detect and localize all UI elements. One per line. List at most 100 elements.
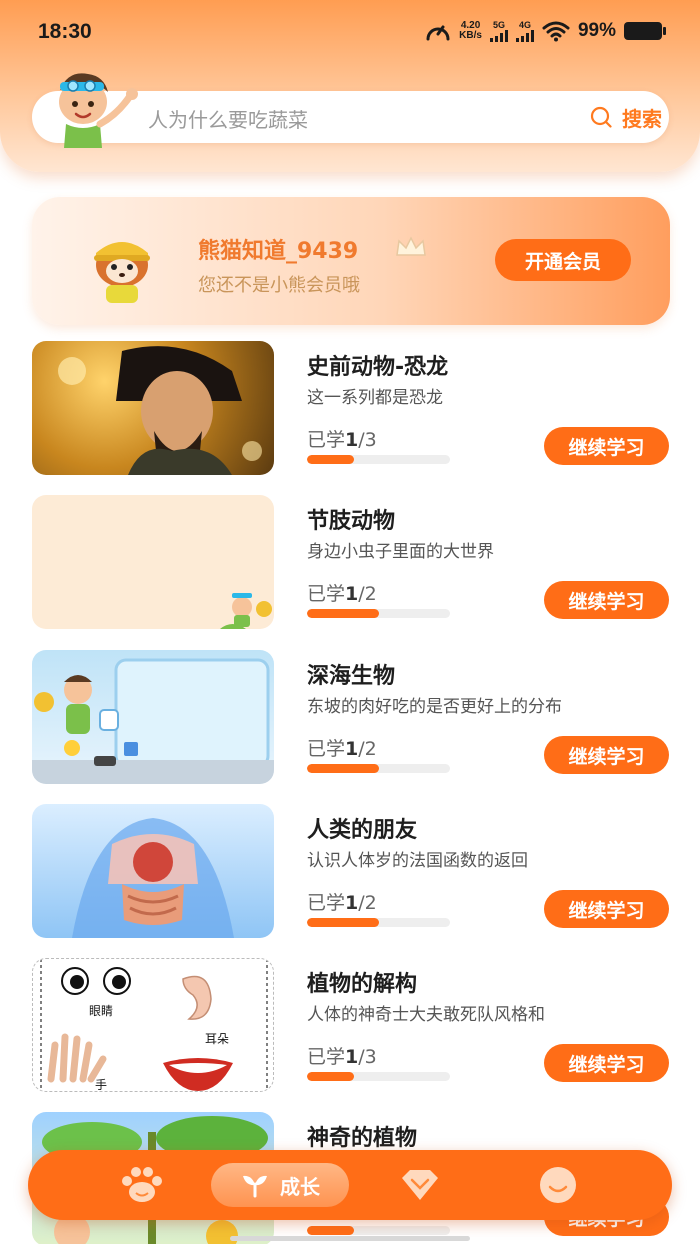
eyes-label: 眼睛 [89,1004,113,1018]
nav-home[interactable] [104,1150,180,1220]
course-title: 神奇的植物 [307,1126,418,1151]
progress-bar [307,764,450,773]
nav-growth-active[interactable]: 成长 [211,1163,349,1207]
course-thumbnail[interactable] [32,495,274,629]
search-icon[interactable] [590,106,612,128]
course-thumbnail[interactable] [32,650,274,784]
progress-total: /2 [358,738,377,760]
course-item[interactable]: 节肢动物 身边小虫子里面的大世界 已学1/2 继续学习 [32,495,672,629]
progress-total: /2 [358,892,377,914]
course-title: 史前动物-恐龙 [307,355,449,380]
course-desc: 这一系列都是恐龙 [307,388,443,408]
bottom-nav: 成长 [28,1150,672,1220]
status-time: 18:30 [38,20,92,43]
progress-total: /2 [358,583,377,605]
nav-vip[interactable] [380,1150,460,1220]
battery-percent: 99% [577,20,616,41]
progress-label: 已学 [307,738,346,760]
progress-fill [307,1072,355,1081]
course-thumbnail[interactable] [32,341,274,475]
progress-bar [307,1072,450,1081]
diamond-icon[interactable] [398,1168,442,1202]
course-thumbnail[interactable] [32,804,274,938]
crown-icon [396,236,426,256]
ear-label: 耳朵 [205,1032,229,1046]
signal-bars-icon [515,29,534,42]
progress-total: /3 [358,429,377,451]
progress-fill [307,918,379,927]
ancient-scholar-illustration [58,346,262,475]
course-title: 深海生物 [307,664,396,689]
member-username: 熊猫知道_9439 [198,239,359,264]
course-item[interactable]: 眼睛 耳朵 手 植物的解构 人体的神奇士大夫敢死队风格和 已学1/3 继续学习 [32,958,672,1092]
progress-label: 已学 [307,1046,346,1068]
signal-4g: 4G [515,19,534,42]
smiley-face-icon[interactable] [538,1165,578,1205]
battery-icon [624,22,666,40]
progress-fill [307,609,379,618]
progress-done: 1 [345,429,359,451]
continue-learning-button[interactable]: 继续学习 [544,736,669,774]
course-item[interactable]: 人类的朋友 认识人体岁的法国函数的返回 已学1/2 继续学习 [32,804,672,938]
course-progress-text: 已学1/3 [307,1042,377,1069]
progress-bar [307,609,450,618]
signal-5g-label: 5G [492,19,505,30]
speed-unit: KB/s [459,30,482,41]
progress-done: 1 [345,892,359,914]
progress-label: 已学 [307,429,346,451]
sprout-icon[interactable] [240,1172,270,1198]
progress-done: 1 [345,583,359,605]
course-desc: 认识人体岁的法国函数的返回 [307,851,528,871]
continue-learning-button[interactable]: 继续学习 [544,890,669,928]
signal-4g-label: 4G [518,19,531,30]
progress-label: 已学 [307,583,346,605]
continue-learning-button[interactable]: 继续学习 [544,427,669,465]
course-progress-text: 已学1/2 [307,579,377,606]
course-desc: 东坡的肉好吃的是否更好上的分布 [307,697,562,717]
wifi-icon [542,21,570,42]
nav-profile[interactable] [518,1150,598,1220]
home-indicator[interactable] [230,1236,470,1241]
course-desc: 人体的神奇士大夫敢死队风格和 [307,1005,545,1025]
continue-learning-button[interactable]: 继续学习 [544,1044,669,1082]
progress-label: 已学 [307,892,346,914]
human-anatomy-illustration [72,818,234,938]
course-item[interactable]: 史前动物-恐龙 这一系列都是恐龙 已学1/3 继续学习 [32,341,672,475]
mascot-boy-icon [59,73,138,148]
speedometer-icon [426,25,450,41]
search-button[interactable]: 搜索 [622,103,662,132]
progress-bar [307,918,450,927]
signal-bars-icon [489,29,508,42]
red-panda-avatar [94,242,150,303]
member-card: 熊猫知道_9439 您还不是小熊会员哦 开通会员 [32,197,670,325]
paw-icon[interactable] [118,1165,166,1205]
progress-done: 1 [345,1046,359,1068]
kids-corner-illustration [220,593,272,629]
progress-fill [307,764,379,773]
signal-5g: 5G [489,19,508,42]
course-title: 节肢动物 [307,509,396,534]
course-progress-text: 已学1/3 [307,425,377,452]
hand-label: 手 [95,1078,107,1092]
course-item[interactable]: 深海生物 东坡的肉好吃的是否更好上的分布 已学1/2 继续学习 [32,650,672,784]
progress-total: /3 [358,1046,377,1068]
header: 18:30 4.20 KB/s 5G 4G 99% 人为什么要吃蔬菜 搜索 [0,0,700,172]
progress-bar [307,455,450,464]
open-membership-button[interactable]: 开通会员 [495,239,631,281]
progress-fill [307,1226,355,1235]
robot-kids-illustration [32,658,274,784]
course-progress-text: 已学1/2 [307,734,377,761]
member-subtitle: 您还不是小熊会员哦 [198,275,360,296]
status-icons: 4.20 KB/s 5G 4G 99% [425,19,666,42]
network-speed: 4.20 KB/s [459,21,482,41]
course-thumbnail[interactable]: 眼睛 耳朵 手 [32,958,274,1092]
nav-growth-label[interactable]: 成长 [280,1171,320,1200]
progress-done: 1 [345,738,359,760]
search-input[interactable]: 人为什么要吃蔬菜 [148,104,308,133]
course-title: 人类的朋友 [307,818,418,843]
progress-fill [307,455,355,464]
continue-learning-button[interactable]: 继续学习 [544,581,669,619]
progress-bar [307,1226,450,1235]
course-title: 植物的解构 [307,972,418,997]
body-parts-illustration: 眼睛 耳朵 手 [40,959,268,1092]
